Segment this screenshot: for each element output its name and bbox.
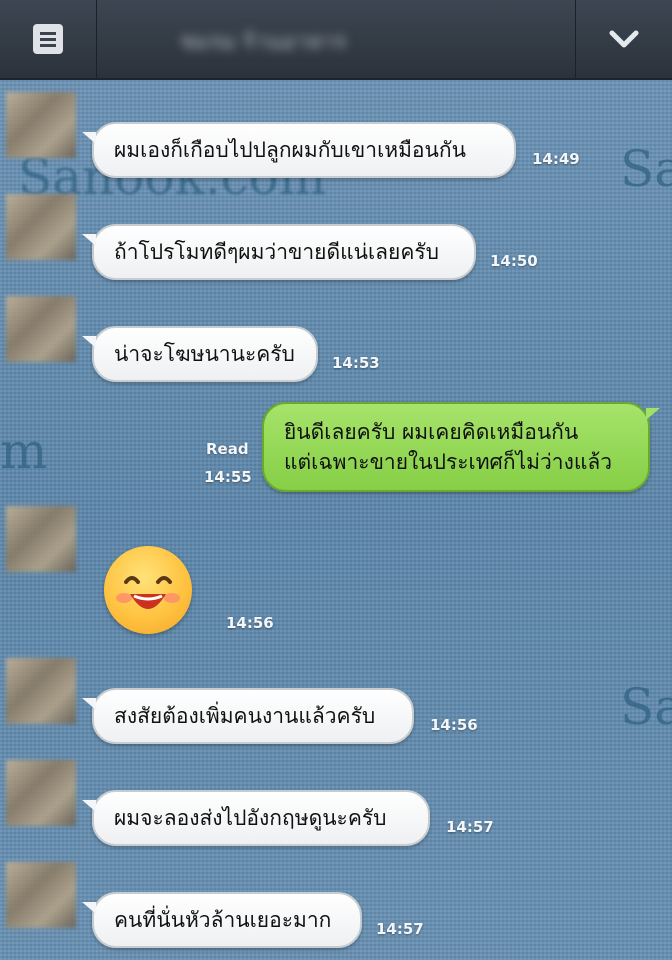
chevron-down-icon (609, 30, 639, 48)
message-text: ผมจะลองส่งไปอังกฤษดูนะครับ (114, 805, 387, 830)
message-time: 14:56 (226, 614, 274, 632)
avatar[interactable] (6, 194, 76, 260)
avatar[interactable] (6, 760, 76, 826)
message-bubble[interactable]: ถ้าโปรโมทดีๆผมว่าขายดีแน่เลยครับ (82, 224, 476, 280)
message-time: 14:57 (446, 818, 494, 836)
message-time: 14:49 (532, 150, 580, 168)
message-text: ถ้าโปรโมทดีๆผมว่าขายดีแน่เลยครับ (114, 239, 439, 264)
sender-name (92, 202, 242, 216)
message-bubble[interactable]: สงสัยต้องเพิ่มคนงานแล้วครับ (82, 688, 414, 744)
sender-name (92, 304, 242, 318)
collapse-button[interactable] (575, 0, 672, 78)
watermark-4: Sa (620, 678, 672, 736)
message-bubble[interactable]: ผมจะลองส่งไปอังกฤษดูนะครับ (82, 790, 430, 846)
message-bubble[interactable]: คนที่นั่นหัวล้านเยอะมาก (82, 892, 362, 948)
menu-button[interactable] (0, 0, 97, 78)
smiling-face-icon (116, 576, 180, 609)
watermark-3: m (0, 422, 48, 480)
sender-name (92, 870, 242, 884)
read-status: Read (206, 440, 249, 458)
message-time: 14:57 (376, 920, 424, 938)
message-time: 14:53 (332, 354, 380, 372)
message-text-line-2: แต่เฉพาะขายในประเทศก็ไม่ว่างแล้ว (284, 450, 613, 474)
sender-name (92, 666, 242, 680)
chat-title: ชมรม ร้านอาหาร (180, 30, 347, 55)
message-text: ผมเองก็เกือบไปปลูกผมกับเขาเหมือนกัน (114, 137, 466, 162)
message-text: น่าจะโฆษนานะครับ (114, 341, 295, 366)
message-bubble[interactable]: ผมเองก็เกือบไปปลูกผมกับเขาเหมือนกัน (82, 122, 516, 178)
message-time: 14:50 (490, 252, 538, 270)
message-time: 14:56 (430, 716, 478, 734)
message-text: คนที่นั่นหัวล้านเยอะมาก (114, 907, 332, 932)
avatar[interactable] (6, 658, 76, 724)
smiling-face-sticker[interactable] (104, 546, 192, 634)
watermark-2: Sa (620, 140, 672, 198)
my-message-bubble[interactable]: ยินดีเลยครับ ผมเคยคิดเหมือนกัน แต่เฉพาะข… (262, 402, 660, 492)
message-text-line-1: ยินดีเลยครับ ผมเคยคิดเหมือนกัน (284, 420, 579, 444)
sender-name (92, 100, 242, 114)
sender-name (92, 768, 242, 782)
avatar[interactable] (6, 862, 76, 928)
avatar[interactable] (6, 296, 76, 362)
avatar[interactable] (6, 506, 76, 572)
sender-name (92, 514, 242, 528)
message-text: สงสัยต้องเพิ่มคนงานแล้วครับ (114, 703, 376, 728)
menu-icon (33, 24, 63, 54)
message-time: 14:55 (204, 468, 252, 486)
message-bubble[interactable]: น่าจะโฆษนานะครับ (82, 326, 318, 382)
avatar[interactable] (6, 92, 76, 158)
chat-header: ชมรม ร้านอาหาร (0, 0, 672, 80)
